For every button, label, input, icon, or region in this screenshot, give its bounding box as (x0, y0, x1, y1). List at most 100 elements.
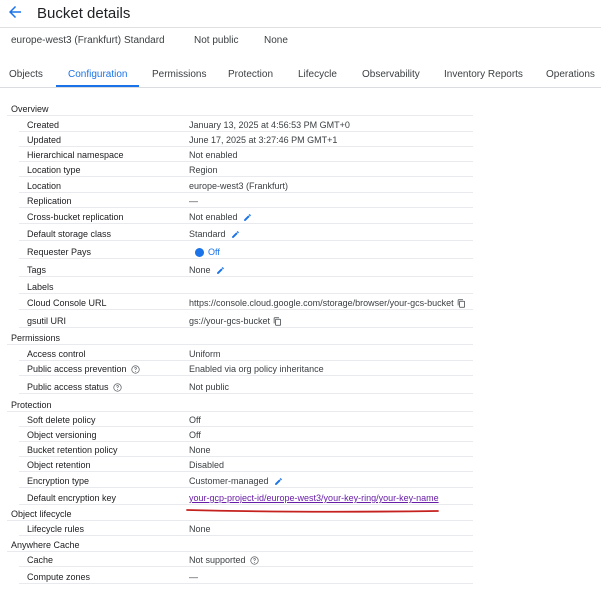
row-key: Hierarchical namespace (27, 150, 124, 160)
tab-protection[interactable]: Protection (228, 69, 273, 80)
row-cross-bucket-replication: Cross-bucket replication Not enabled (7, 209, 473, 224)
requester-pays-toggle[interactable] (195, 247, 204, 257)
edit-pencil-icon[interactable] (274, 477, 283, 486)
back-arrow-icon[interactable] (6, 3, 24, 21)
row-value: June 17, 2025 at 3:27:46 PM GMT+1 (189, 135, 337, 145)
copy-icon[interactable] (457, 298, 466, 308)
row-value: None (189, 265, 225, 275)
row-lifecycle-rules: Lifecycle rules None (7, 521, 473, 536)
active-tab-indicator (56, 85, 139, 87)
row-value: Not enabled (189, 150, 238, 160)
tab-operations[interactable]: Operations (546, 69, 595, 80)
tab-observability[interactable]: Observability (362, 69, 420, 80)
section-title: Permissions (11, 333, 61, 343)
row-value: Off (189, 247, 220, 257)
row-value-text: — (189, 572, 198, 582)
row-value: Region (189, 165, 218, 175)
section-protection: Protection (7, 397, 473, 412)
row-value-text: Off (189, 415, 201, 425)
row-replication: Replication — (7, 193, 473, 208)
row-key: Location (27, 181, 62, 191)
row-value-text: Not public (189, 382, 230, 392)
page-title: Bucket details (37, 5, 131, 22)
row-key: Default storage class (27, 229, 112, 239)
section-permissions: Permissions (7, 330, 473, 345)
row-value: https://console.cloud.google.com/storage… (189, 298, 466, 308)
row-value-text: June 17, 2025 at 3:27:46 PM GMT+1 (189, 135, 338, 145)
row-value: — (189, 196, 198, 206)
row-value-text: Uniform (189, 349, 221, 359)
row-access-control: Access control Uniform (7, 346, 473, 361)
summary-protection: None (264, 35, 288, 46)
row-key: Bucket retention policy (27, 445, 118, 455)
red-underline-annotation (186, 509, 439, 513)
row-value-text: Off (189, 430, 201, 440)
row-value: Disabled (189, 460, 224, 470)
copy-icon[interactable] (273, 316, 282, 326)
row-key: Tags (27, 265, 47, 275)
tab-lifecycle[interactable]: Lifecycle (298, 69, 337, 80)
row-key: Labels (27, 282, 54, 292)
row-hierarchical-namespace: Hierarchical namespace Not enabled (7, 147, 473, 162)
row-tags: Tags None (7, 262, 473, 277)
row-value: Off (189, 415, 201, 425)
row-value: Not public (189, 382, 229, 392)
row-value-text: Not enabled (189, 150, 238, 160)
row-key: Location type (27, 165, 81, 175)
row-key: Soft delete policy (27, 415, 96, 425)
row-value: europe-west3 (Frankfurt) (189, 181, 288, 191)
row-key: Created (27, 120, 60, 130)
row-cache: Cache Not supported (7, 552, 473, 567)
row-key: Cache (27, 555, 54, 565)
row-requester-pays: Requester Pays Off (7, 244, 473, 259)
row-key: Cloud Console URL (27, 298, 107, 308)
tab-inventory-reports[interactable]: Inventory Reports (444, 69, 523, 80)
tab-configuration[interactable]: Configuration (68, 69, 127, 80)
row-value-text: Standard (189, 229, 226, 239)
row-key-text: Public access prevention (27, 364, 127, 374)
row-key: Public access prevention (27, 364, 140, 374)
row-value: gs://your-gcs-bucket (189, 316, 282, 326)
row-key: Replication (27, 196, 72, 206)
help-icon[interactable] (130, 364, 140, 374)
row-key: Updated (27, 135, 62, 145)
section-title: Overview (11, 104, 49, 114)
row-value: January 13, 2025 at 4:56:53 PM GMT+0 (189, 120, 350, 130)
row-key: gsutil URI (27, 316, 67, 326)
row-location: Location europe-west3 (Frankfurt) (7, 178, 473, 193)
help-icon[interactable] (112, 382, 122, 392)
row-value-text: Off (208, 247, 220, 257)
row-key-text: Public access status (27, 382, 109, 392)
top-bar: Bucket details (0, 0, 601, 28)
row-value-text: None (189, 445, 211, 455)
row-public-access-prevention: Public access prevention Enabled via org… (7, 361, 473, 376)
row-location-type: Location type Region (7, 162, 473, 177)
row-updated: Updated June 17, 2025 at 3:27:46 PM GMT+… (7, 132, 473, 147)
section-title: Object lifecycle (11, 509, 72, 519)
row-value: — (189, 572, 198, 582)
tab-objects[interactable]: Objects (9, 69, 43, 80)
row-encryption-type: Encryption type Customer-managed (7, 473, 473, 488)
edit-pencil-icon[interactable] (243, 213, 252, 222)
row-public-access-status: Public access status Not public (7, 379, 473, 394)
row-value: your-gcp-project-id/europe-west3/your-ke… (189, 493, 439, 503)
row-value-text: Not supported (189, 555, 246, 565)
row-value-text: Customer-managed (189, 476, 269, 486)
row-key: Compute zones (27, 572, 91, 582)
section-overview: Overview (7, 101, 473, 116)
row-cloud-console-url: Cloud Console URL https://console.cloud.… (7, 295, 473, 310)
row-key: Object versioning (27, 430, 97, 440)
row-value: Uniform (189, 349, 221, 359)
row-value-text: europe-west3 (Frankfurt) (189, 181, 289, 191)
row-value: Customer-managed (189, 476, 283, 486)
row-key: Encryption type (27, 476, 90, 486)
row-value-text: Disabled (189, 460, 225, 470)
help-icon[interactable] (249, 555, 259, 565)
row-labels: Labels (7, 279, 473, 294)
edit-pencil-icon[interactable] (216, 266, 225, 275)
encryption-key-link[interactable]: your-gcp-project-id/europe-west3/your-ke… (189, 493, 439, 503)
tab-permissions[interactable]: Permissions (152, 69, 206, 80)
summary-public-access: Not public (194, 35, 239, 46)
edit-pencil-icon[interactable] (231, 230, 240, 239)
row-value-text: — (189, 196, 198, 206)
